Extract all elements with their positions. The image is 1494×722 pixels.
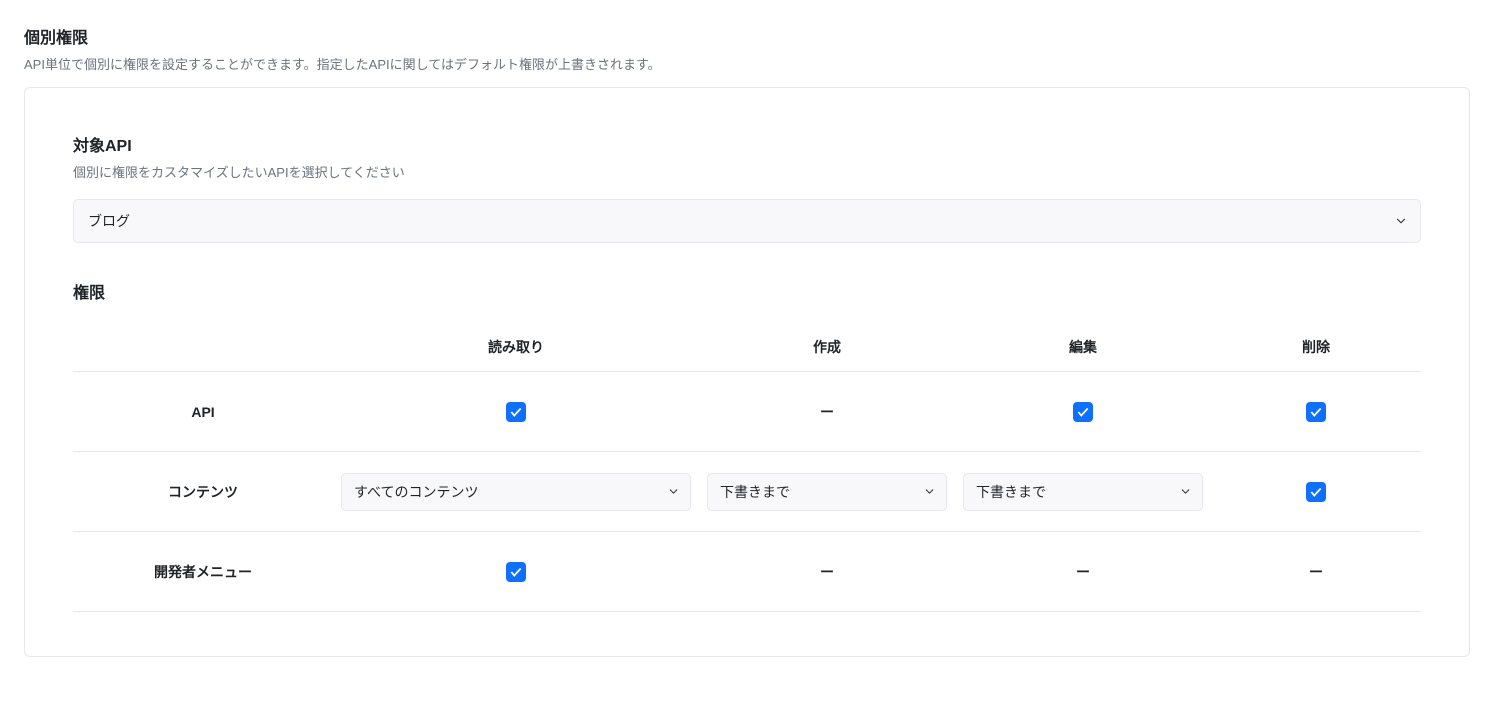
api-edit-checkbox[interactable] xyxy=(1073,402,1093,422)
target-api-title: 対象API xyxy=(73,132,1421,156)
table-row-contents: コンテンツ すべてのコンテンツ 下書きまで xyxy=(73,452,1421,532)
permissions-title: 権限 xyxy=(73,279,1421,303)
check-icon xyxy=(509,565,523,579)
check-icon xyxy=(1309,405,1323,419)
check-icon xyxy=(509,405,523,419)
permissions-card: 対象API 個別に権限をカスタマイズしたいAPIを選択してください ブログ 権限… xyxy=(24,87,1470,657)
api-read-checkbox[interactable] xyxy=(506,402,526,422)
devmenu-edit-dash: ー xyxy=(1076,564,1090,580)
api-create-dash: ー xyxy=(820,404,834,420)
api-delete-checkbox[interactable] xyxy=(1306,402,1326,422)
section-title: 個別権限 xyxy=(24,24,1470,48)
row-label-api: API xyxy=(73,372,333,452)
header-create: 作成 xyxy=(699,323,955,372)
table-row-devmenu: 開発者メニュー ー ー ー xyxy=(73,532,1421,612)
page-container: 個別権限 API単位で個別に権限を設定することができます。指定したAPIに関して… xyxy=(24,24,1470,657)
check-icon xyxy=(1309,485,1323,499)
permissions-table: 読み取り 作成 編集 削除 API ー xyxy=(73,323,1421,612)
header-delete: 削除 xyxy=(1211,323,1421,372)
header-read: 読み取り xyxy=(333,323,699,372)
table-row-api: API ー xyxy=(73,372,1421,452)
contents-read-select[interactable]: すべてのコンテンツ xyxy=(341,473,691,511)
row-label-devmenu: 開発者メニュー xyxy=(73,532,333,612)
target-api-select[interactable]: ブログ xyxy=(73,199,1421,243)
contents-delete-checkbox[interactable] xyxy=(1306,482,1326,502)
devmenu-delete-dash: ー xyxy=(1309,564,1323,580)
contents-edit-select[interactable]: 下書きまで xyxy=(963,473,1203,511)
devmenu-read-checkbox[interactable] xyxy=(506,562,526,582)
table-header-row: 読み取り 作成 編集 削除 xyxy=(73,323,1421,372)
row-label-contents: コンテンツ xyxy=(73,452,333,532)
devmenu-create-dash: ー xyxy=(820,564,834,580)
contents-create-select[interactable]: 下書きまで xyxy=(707,473,947,511)
check-icon xyxy=(1076,405,1090,419)
target-api-desc: 個別に権限をカスタマイズしたいAPIを選択してください xyxy=(73,162,1421,181)
header-blank xyxy=(73,323,333,372)
header-edit: 編集 xyxy=(955,323,1211,372)
section-desc: API単位で個別に権限を設定することができます。指定したAPIに関してはデフォル… xyxy=(24,54,1470,73)
